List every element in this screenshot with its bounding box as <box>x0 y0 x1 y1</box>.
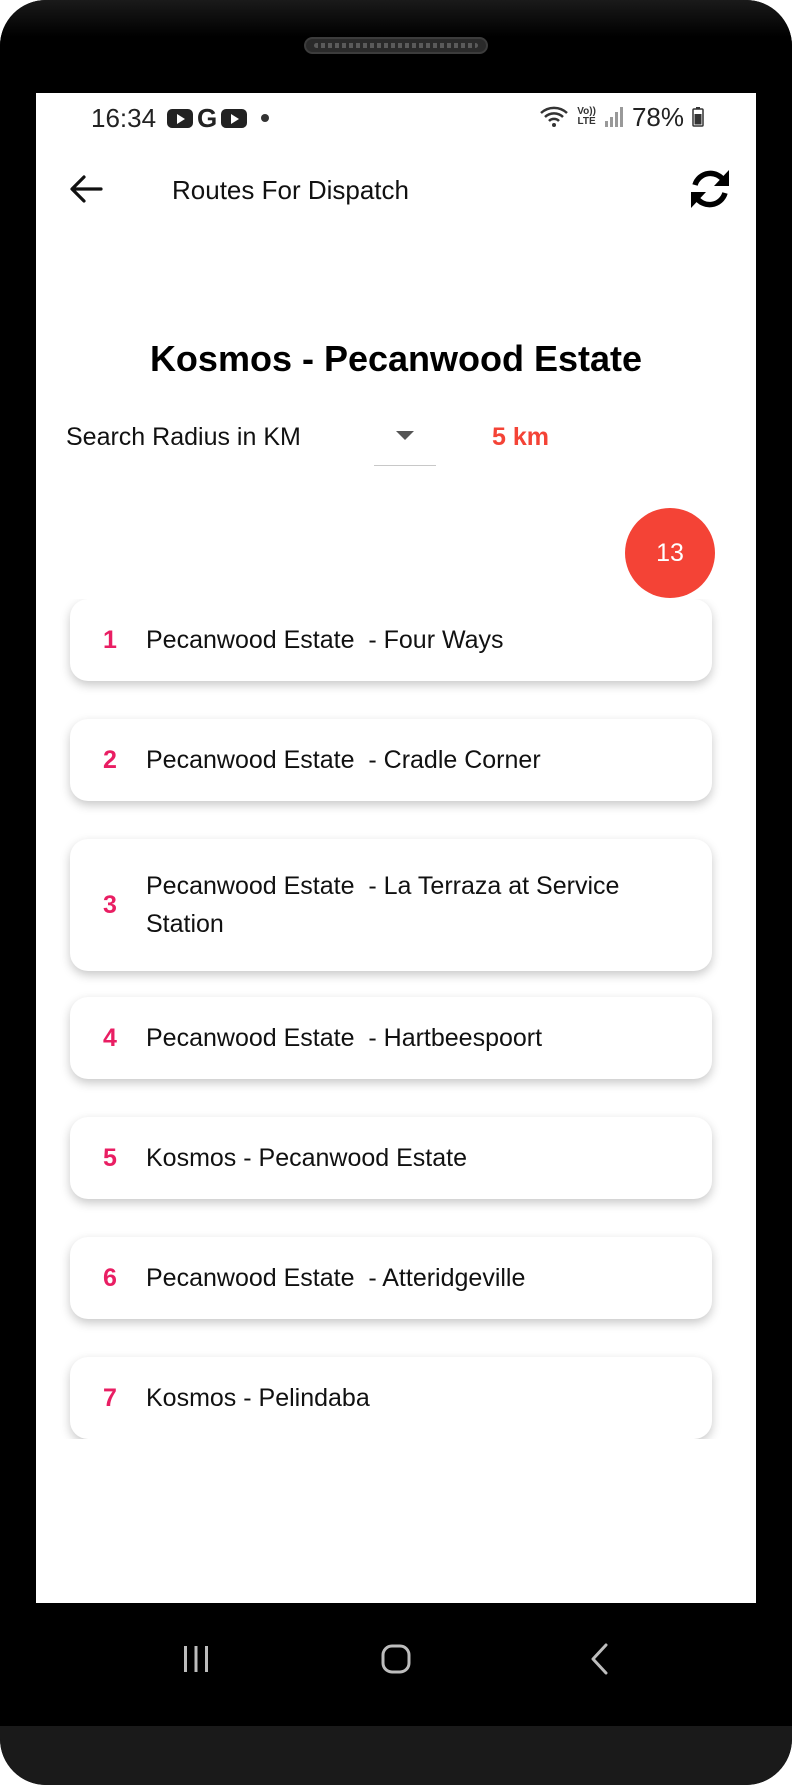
battery-percent: 78% <box>631 101 684 132</box>
route-item[interactable]: 1 Pecanwood Estate - Four Ways <box>70 599 712 681</box>
route-index: 4 <box>103 1023 117 1052</box>
caret-down-icon <box>396 431 414 440</box>
route-index: 1 <box>103 625 117 654</box>
youtube-icon <box>167 108 193 128</box>
route-name: Pecanwood Estate - Atteridgeville <box>146 1264 526 1292</box>
search-radius-dropdown[interactable] <box>374 411 436 466</box>
device-bottom-bezel <box>0 1726 792 1785</box>
route-item[interactable]: 7 Kosmos - Pelindaba <box>70 1357 712 1439</box>
phone-device: 16:34 G Vo)) LTE 78% Routes For Dispatch… <box>0 0 792 1785</box>
speaker-grille <box>304 37 488 54</box>
route-index: 2 <box>103 745 117 774</box>
volte-icon: Vo)) LTE <box>577 106 596 127</box>
route-list[interactable]: 1 Pecanwood Estate - Four Ways 2 Pecanwo… <box>60 599 732 1439</box>
search-radius-label: Search Radius in KM <box>66 423 301 451</box>
back-icon <box>591 1643 608 1675</box>
route-name: Pecanwood Estate - Four Ways <box>146 626 504 654</box>
wifi-icon <box>540 106 569 127</box>
refresh-button[interactable] <box>686 165 734 213</box>
recents-icon <box>184 1646 208 1672</box>
route-index: 6 <box>103 1263 117 1292</box>
device-top-bezel <box>0 0 792 92</box>
route-name: Pecanwood Estate - Hartbeespoort <box>146 1024 543 1052</box>
route-index: 3 <box>103 890 117 919</box>
route-index: 7 <box>103 1383 117 1412</box>
route-item[interactable]: 4 Pecanwood Estate - Hartbeespoort <box>70 997 712 1079</box>
google-icon: G <box>197 103 218 133</box>
recents-button[interactable] <box>166 1633 226 1685</box>
battery-icon <box>692 107 704 127</box>
notification-icons: G <box>167 103 270 133</box>
route-item[interactable]: 5 Kosmos - Pecanwood Estate <box>70 1117 712 1199</box>
system-nav-bar <box>0 1603 792 1715</box>
status-time: 16:34 <box>91 103 157 133</box>
route-count-badge[interactable]: 13 <box>625 508 715 598</box>
route-name: Kosmos - Pecanwood Estate <box>146 1144 467 1172</box>
route-name: Pecanwood Estate - La Terraza at Service… <box>146 872 627 938</box>
refresh-icon <box>691 170 729 208</box>
route-index: 5 <box>103 1143 117 1172</box>
route-item[interactable]: 6 Pecanwood Estate - Atteridgeville <box>70 1237 712 1319</box>
route-item[interactable]: 2 Pecanwood Estate - Cradle Corner <box>70 719 712 801</box>
route-name: Pecanwood Estate - Cradle Corner <box>146 746 541 774</box>
nav-back-button[interactable] <box>570 1633 630 1685</box>
dot-icon <box>261 114 270 122</box>
search-radius-value: 5 km <box>492 423 549 451</box>
page-title: Kosmos - Pecanwood Estate <box>149 338 643 379</box>
back-button[interactable] <box>64 167 108 211</box>
app-bar: Routes For Dispatch <box>36 145 756 239</box>
route-name: Kosmos - Pelindaba <box>146 1384 370 1412</box>
route-item[interactable]: 3 Pecanwood Estate - La Terraza at Servi… <box>70 839 712 971</box>
app-title: Routes For Dispatch <box>172 175 409 205</box>
app-screen: 16:34 G Vo)) LTE 78% Routes For Dispatch… <box>36 93 756 1603</box>
home-button[interactable] <box>366 1633 426 1685</box>
arrow-left-icon <box>70 175 103 203</box>
status-bar: 16:34 G Vo)) LTE 78% <box>36 93 756 145</box>
system-icons: Vo)) LTE 78% <box>539 101 704 133</box>
signal-icon <box>604 107 623 127</box>
youtube-icon <box>221 108 248 128</box>
home-icon <box>381 1644 411 1674</box>
